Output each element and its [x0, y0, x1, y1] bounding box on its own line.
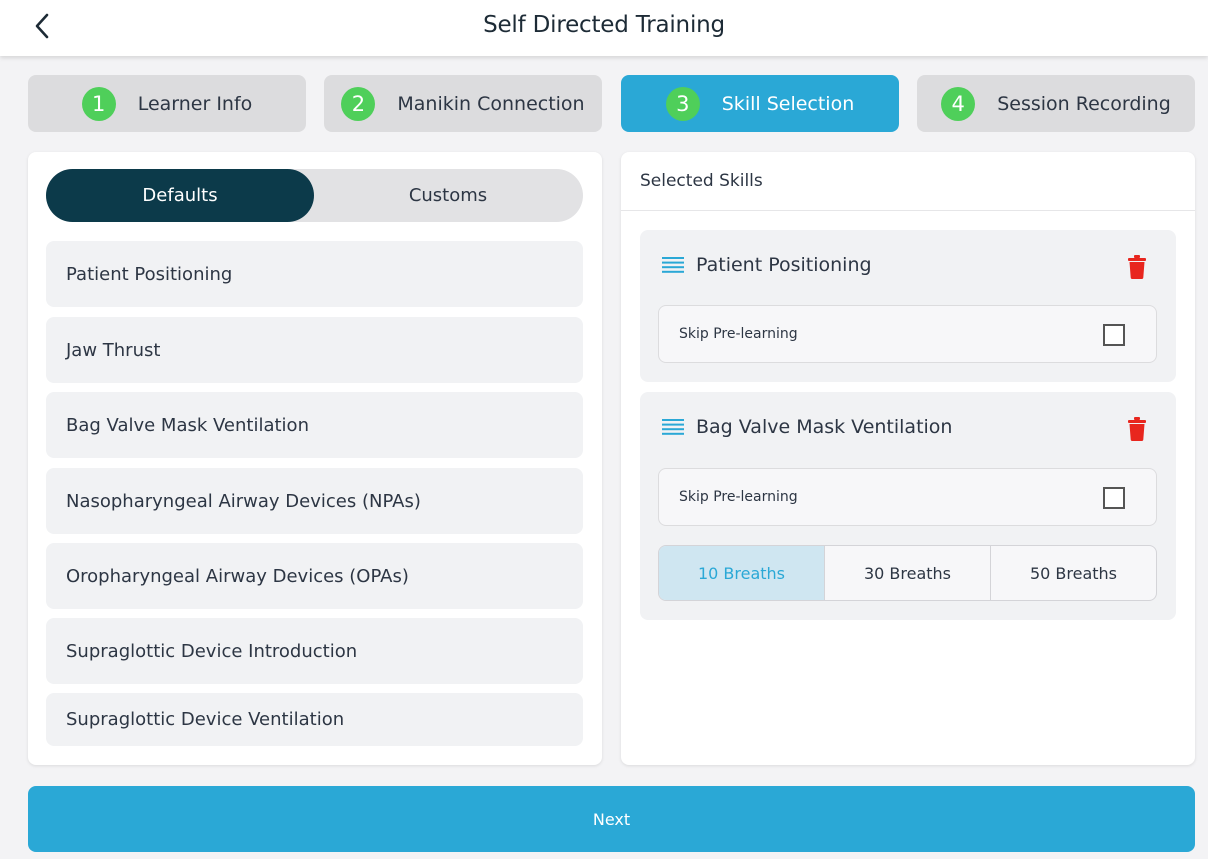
skill-list-item[interactable]: Nasopharyngeal Airway Devices (NPAs)	[46, 468, 583, 534]
divider	[621, 210, 1195, 211]
breath-option-50[interactable]: 50 Breaths	[990, 546, 1156, 600]
step-manikin-connection[interactable]: 2 Manikin Connection	[324, 75, 602, 132]
selected-skill-name: Patient Positioning	[696, 254, 872, 276]
step-number-badge: 3	[665, 86, 700, 121]
step-learner-info[interactable]: 1 Learner Info	[28, 75, 306, 132]
step-skill-selection[interactable]: 3 Skill Selection	[621, 75, 899, 132]
selected-skills-panel: Selected Skills Patient Positioning Skip…	[621, 152, 1195, 765]
breath-option-10[interactable]: 10 Breaths	[659, 546, 824, 600]
delete-skill-button[interactable]	[1128, 417, 1150, 443]
skip-pre-learning-checkbox[interactable]	[1103, 324, 1125, 346]
selected-skill-header: Patient Positioning	[662, 254, 872, 276]
step-label: Session Recording	[997, 92, 1171, 115]
breath-count-selector: 10 Breaths 30 Breaths 50 Breaths	[658, 545, 1157, 601]
delete-skill-button[interactable]	[1128, 255, 1150, 281]
skill-list-panel: Defaults Customs Patient Positioning Jaw…	[28, 152, 602, 765]
header-bar: Self Directed Training	[0, 0, 1208, 56]
skill-list-item[interactable]: Supraglottic Device Introduction	[46, 618, 583, 684]
step-session-recording[interactable]: 4 Session Recording	[917, 75, 1195, 132]
next-button[interactable]: Next	[28, 786, 1195, 852]
skill-list-item[interactable]: Patient Positioning	[46, 241, 583, 307]
skip-pre-learning-label: Skip Pre-learning	[679, 326, 798, 342]
skill-list-item[interactable]: Oropharyngeal Airway Devices (OPAs)	[46, 543, 583, 609]
step-number-badge: 2	[341, 86, 376, 121]
page-title: Self Directed Training	[483, 12, 725, 38]
breath-option-30[interactable]: 30 Breaths	[824, 546, 990, 600]
skill-source-toggle: Defaults Customs	[46, 169, 583, 222]
step-number-badge: 4	[941, 86, 976, 121]
selected-skill-card: Bag Valve Mask Ventilation Skip Pre-lear…	[640, 392, 1176, 620]
skip-pre-learning-checkbox[interactable]	[1103, 487, 1125, 509]
step-label: Skill Selection	[721, 92, 855, 115]
selected-skill-header: Bag Valve Mask Ventilation	[662, 416, 952, 438]
skip-pre-learning-row: Skip Pre-learning	[658, 305, 1157, 363]
skip-pre-learning-label: Skip Pre-learning	[679, 489, 798, 505]
skill-list-item[interactable]: Jaw Thrust	[46, 317, 583, 383]
selected-skills-title: Selected Skills	[640, 171, 763, 191]
step-label: Manikin Connection	[397, 92, 585, 115]
selected-skill-card: Patient Positioning Skip Pre-learning	[640, 230, 1176, 382]
selected-skill-name: Bag Valve Mask Ventilation	[696, 416, 953, 438]
skill-list-item[interactable]: Supraglottic Device Ventilation	[46, 693, 583, 746]
skip-pre-learning-row: Skip Pre-learning	[658, 468, 1157, 526]
trash-icon	[1128, 417, 1146, 441]
drag-handle-icon[interactable]	[662, 419, 684, 435]
step-number-badge: 1	[81, 86, 116, 121]
skill-list-item[interactable]: Bag Valve Mask Ventilation	[46, 392, 583, 458]
tab-customs[interactable]: Customs	[314, 169, 582, 222]
tab-defaults[interactable]: Defaults	[46, 169, 314, 222]
step-label: Learner Info	[137, 92, 253, 115]
drag-handle-icon[interactable]	[662, 257, 684, 273]
trash-icon	[1128, 255, 1146, 279]
